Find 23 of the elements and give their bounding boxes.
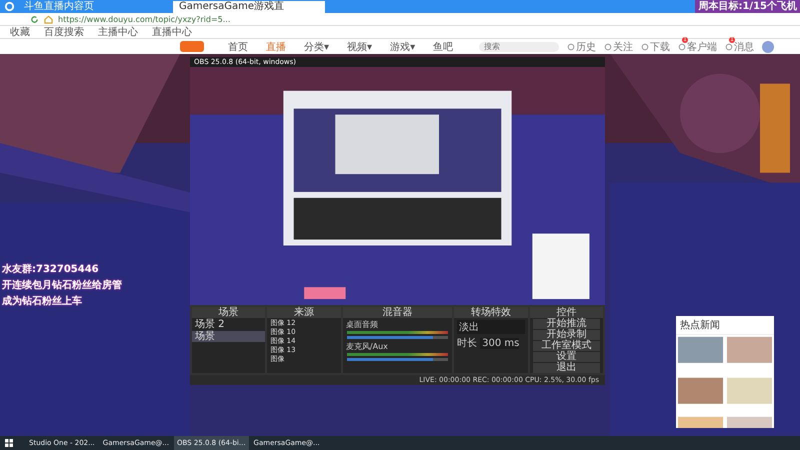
bookmark-item[interactable]: 主播中心: [98, 26, 138, 38]
bookmark-item[interactable]: 收藏: [10, 26, 30, 38]
header-label[interactable]: 关注: [613, 40, 634, 54]
home-icon[interactable]: [44, 14, 53, 24]
bookmark-item[interactable]: 百度搜索: [44, 26, 84, 38]
search-field[interactable]: 搜索: [479, 42, 560, 52]
nav-link[interactable]: 鱼吧: [433, 40, 454, 54]
start-icon[interactable]: [4, 438, 14, 448]
avatar[interactable]: [762, 40, 774, 52]
header-label[interactable]: 消息: [734, 40, 754, 54]
header-label[interactable]: 客户端: [687, 40, 718, 54]
goal-text: 周本目标:1/15个飞机: [695, 0, 800, 13]
nav-link[interactable]: 视频▾: [347, 40, 372, 54]
browser-tab[interactable]: GamersaGame游戏直: [173, 1, 325, 13]
refresh-icon[interactable]: [30, 14, 39, 24]
site-logo[interactable]: [180, 41, 204, 52]
bookmark-item[interactable]: 直播中心: [152, 26, 192, 38]
header-label[interactable]: 历史: [576, 40, 596, 54]
header-label[interactable]: 下载: [650, 40, 670, 54]
nav-link[interactable]: 首页: [228, 40, 248, 54]
nav-link[interactable]: 分类▾: [304, 40, 330, 54]
nav-link[interactable]: 游戏▾: [390, 40, 416, 54]
address-field[interactable]: https://www.douyu.com/topic/yxzy?rid=5...: [58, 14, 230, 24]
